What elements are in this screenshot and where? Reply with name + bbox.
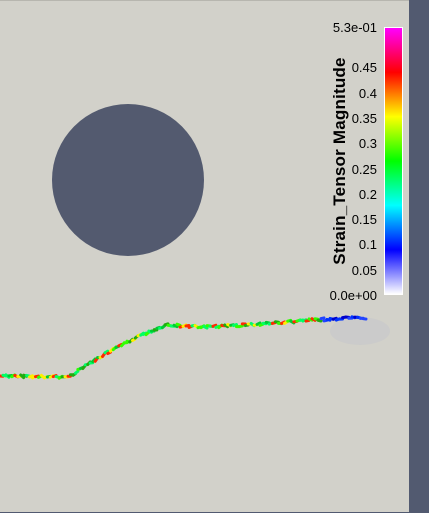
colorbar-tick-label: 0.15: [352, 213, 377, 226]
crack-segment: [75, 371, 77, 373]
colorbar-tick-label: 0.4: [359, 87, 377, 100]
crack-segment: [318, 320, 321, 321]
circular-inclusion: [52, 104, 204, 256]
colorbar-tick-label: 0.25: [352, 163, 377, 176]
crack-segment: [186, 326, 189, 327]
colorbar-tick-label: 5.3e-01: [333, 21, 377, 34]
crack-segment: [321, 318, 324, 319]
crack-segment: [239, 326, 242, 327]
crack-tip-halo: [330, 317, 390, 345]
colorbar-tick-label: 0.05: [352, 264, 377, 277]
colorbar-gradient: [384, 27, 403, 295]
crack-path: [0, 317, 390, 378]
crack-segment: [146, 332, 149, 334]
colorbar-tick-label: 0.0e+00: [330, 289, 377, 302]
crack-segment: [306, 320, 309, 321]
colorbar-tick-label: 0.45: [352, 61, 377, 74]
colorbar-tick-label: 0.3: [359, 137, 377, 150]
colorbar-tick-label: 0.1: [359, 238, 377, 251]
colorbar-tick-label: 0.2: [359, 188, 377, 201]
colorbar-tick-label: 0.35: [352, 112, 377, 125]
render-viewport[interactable]: 5.3e-01 0.45 0.4 0.35 0.3 0.25 0.2 0.15 0.1 0.05 0…: [0, 0, 409, 512]
colorbar-title: Strain_Tensor Magnitude: [330, 57, 350, 264]
crack-segment: [177, 324, 180, 325]
